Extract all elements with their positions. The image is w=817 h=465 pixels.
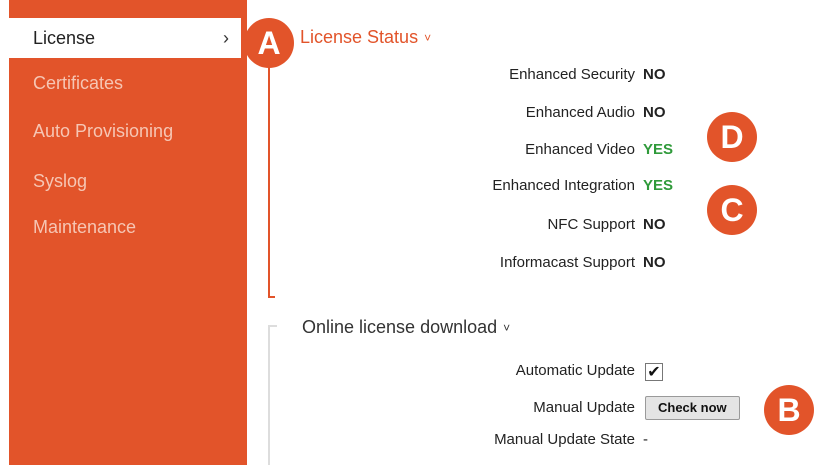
enhanced-security-value: NO xyxy=(643,66,666,83)
enhanced-audio-value: NO xyxy=(643,104,666,121)
section-border-left xyxy=(268,325,270,465)
section-title-text: Online license download xyxy=(302,317,498,337)
sidebar-item-maintenance[interactable]: Maintenance xyxy=(9,208,241,246)
annotation-badge-a: A xyxy=(244,18,294,68)
chevron-right-icon: › xyxy=(223,28,229,48)
sidebar-item-auto-provisioning[interactable]: Auto Provisioning xyxy=(9,112,241,150)
sidebar-item-label: Maintenance xyxy=(33,217,137,237)
section-title-text: License Status xyxy=(300,27,419,47)
license-status-title[interactable]: License Status ˅ xyxy=(300,27,431,48)
manual-update-label: Manual Update xyxy=(533,399,635,416)
sidebar-item-label: Syslog xyxy=(33,171,88,191)
enhanced-integration-value: YES xyxy=(643,177,674,194)
section-border-left xyxy=(268,34,270,298)
automatic-update-checkbox[interactable]: ✔ xyxy=(645,363,663,381)
sidebar-item-license[interactable]: License › xyxy=(9,18,241,58)
chevron-down-icon: ˅ xyxy=(424,31,432,46)
sidebar-item-label: Certificates xyxy=(33,73,124,93)
nfc-support-value: NO xyxy=(643,216,666,233)
manual-update-state-label: Manual Update State xyxy=(494,431,635,448)
sidebar-item-certificates[interactable]: Certificates xyxy=(9,64,241,102)
annotation-badge-d: D xyxy=(707,112,757,162)
sidebar-item-syslog[interactable]: Syslog xyxy=(9,162,241,200)
sidebar-item-label: Auto Provisioning xyxy=(33,121,174,141)
automatic-update-label: Automatic Update xyxy=(515,362,635,379)
enhanced-integration-label: Enhanced Integration xyxy=(492,177,635,194)
online-download-title[interactable]: Online license download ˅ xyxy=(302,317,510,338)
sidebar-item-label: License xyxy=(33,28,96,48)
annotation-badge-b: B xyxy=(764,385,814,435)
enhanced-video-label: Enhanced Video xyxy=(525,141,635,158)
checkmark-icon: ✔ xyxy=(647,364,661,381)
informacast-support-value: NO xyxy=(643,254,666,271)
nfc-support-label: NFC Support xyxy=(547,216,635,233)
enhanced-audio-label: Enhanced Audio xyxy=(525,104,635,121)
check-now-button[interactable]: Check now xyxy=(645,396,740,420)
chevron-down-icon: ˅ xyxy=(503,321,511,336)
informacast-support-label: Informacast Support xyxy=(499,254,635,271)
enhanced-security-label: Enhanced Security xyxy=(509,66,635,83)
manual-update-state-value: - xyxy=(643,431,648,448)
enhanced-video-value: YES xyxy=(643,141,674,158)
annotation-badge-c: C xyxy=(707,185,757,235)
section-border-bottom xyxy=(268,296,275,298)
